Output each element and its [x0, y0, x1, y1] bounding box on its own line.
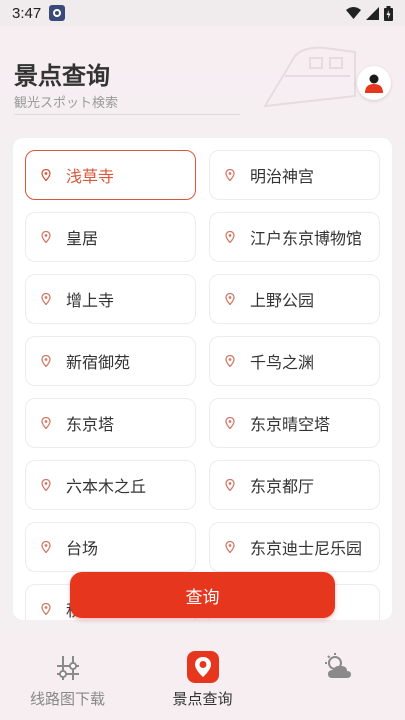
- spot-label: 浅草寺: [66, 167, 115, 186]
- spot-item[interactable]: 江户东京博物馆: [209, 212, 380, 262]
- location-pin-icon: [41, 479, 51, 491]
- spot-item[interactable]: 千鸟之渊: [209, 336, 380, 386]
- user-avatar-button[interactable]: [357, 66, 391, 100]
- location-pin-icon: [41, 417, 51, 429]
- status-icons: [346, 5, 393, 21]
- spot-item[interactable]: 浅草寺: [25, 150, 196, 200]
- tab-label: 景点查询: [172, 690, 233, 708]
- spot-label: 明治神宫: [250, 167, 315, 186]
- page-header: 景点查询 観光スポット検索: [0, 26, 405, 136]
- spot-item[interactable]: 台场: [25, 522, 196, 572]
- location-pin-icon: [41, 603, 51, 615]
- spot-label: 江户东京博物馆: [250, 229, 363, 248]
- signal-icon: [366, 6, 379, 20]
- location-pin-icon: [225, 479, 235, 491]
- location-pin-icon: [225, 293, 235, 305]
- app-notification-icon: [49, 5, 66, 21]
- spot-label: 台场: [66, 539, 99, 558]
- location-pin-icon: [41, 541, 51, 553]
- location-pin-icon: [225, 355, 235, 367]
- location-pin-icon: [186, 650, 220, 684]
- battery-icon: [384, 5, 393, 21]
- spot-item[interactable]: 东京塔: [25, 398, 196, 448]
- spot-label: 东京迪士尼乐园: [250, 539, 363, 558]
- status-time: 3:47: [12, 4, 42, 22]
- location-pin-icon: [41, 293, 51, 305]
- spot-label: 东京都厅: [250, 477, 315, 496]
- spot-label: 皇居: [66, 229, 99, 248]
- tab-weather[interactable]: [270, 632, 405, 720]
- tab-route-map-download[interactable]: 线路图下载: [0, 632, 135, 720]
- spot-label: 新宿御苑: [66, 353, 131, 372]
- spot-label: 东京塔: [66, 415, 115, 434]
- bottom-tab-bar: 线路图下载 景点查询: [0, 632, 405, 720]
- location-pin-icon: [41, 355, 51, 367]
- page-subtitle: 観光スポット検索: [14, 96, 119, 111]
- spot-label: 上野公园: [250, 291, 315, 310]
- spots-grid: 浅草寺 明治神宫皇居 江户东京博物馆增上寺 上野公园新宿御苑 千鸟之渊东京塔 东京晴空塔六…: [25, 150, 380, 620]
- tab-label: 线路图下载: [29, 690, 105, 708]
- query-button[interactable]: 查询: [70, 572, 335, 618]
- location-pin-icon: [41, 231, 51, 243]
- wifi-icon: [346, 7, 361, 19]
- spot-label: 增上寺: [66, 291, 115, 310]
- spot-item[interactable]: 东京都厅: [209, 460, 380, 510]
- spot-label: 千鸟之渊: [250, 353, 315, 372]
- train-decoration-icon: [263, 46, 356, 108]
- location-pin-icon: [225, 169, 235, 181]
- spot-item[interactable]: 东京迪士尼乐园: [209, 522, 380, 572]
- spots-card: 浅草寺 明治神宫皇居 江户东京博物馆增上寺 上野公园新宿御苑 千鸟之渊东京塔 东京晴空塔六…: [13, 138, 392, 620]
- page-title: 景点查询: [14, 62, 110, 90]
- spot-item[interactable]: 上野公园: [209, 274, 380, 324]
- spot-item[interactable]: 明治神宫: [209, 150, 380, 200]
- user-icon: [365, 74, 383, 93]
- tab-spot-search[interactable]: 景点查询: [135, 632, 270, 720]
- spot-item[interactable]: 新宿御苑: [25, 336, 196, 386]
- location-pin-icon: [41, 169, 51, 181]
- title-divider: [14, 114, 240, 115]
- spot-label: 东京晴空塔: [250, 415, 331, 434]
- spot-item[interactable]: 增上寺: [25, 274, 196, 324]
- spot-item[interactable]: 东京晴空塔: [209, 398, 380, 448]
- spot-item[interactable]: 皇居: [25, 212, 196, 262]
- spot-item[interactable]: 六本木之丘: [25, 460, 196, 510]
- status-bar: 3:47: [0, 0, 405, 26]
- weather-icon: [321, 650, 355, 684]
- location-pin-icon: [225, 231, 235, 243]
- location-pin-icon: [225, 541, 235, 553]
- spot-label: 六本木之丘: [66, 477, 147, 496]
- location-pin-icon: [225, 417, 235, 429]
- route-map-icon: [51, 650, 85, 684]
